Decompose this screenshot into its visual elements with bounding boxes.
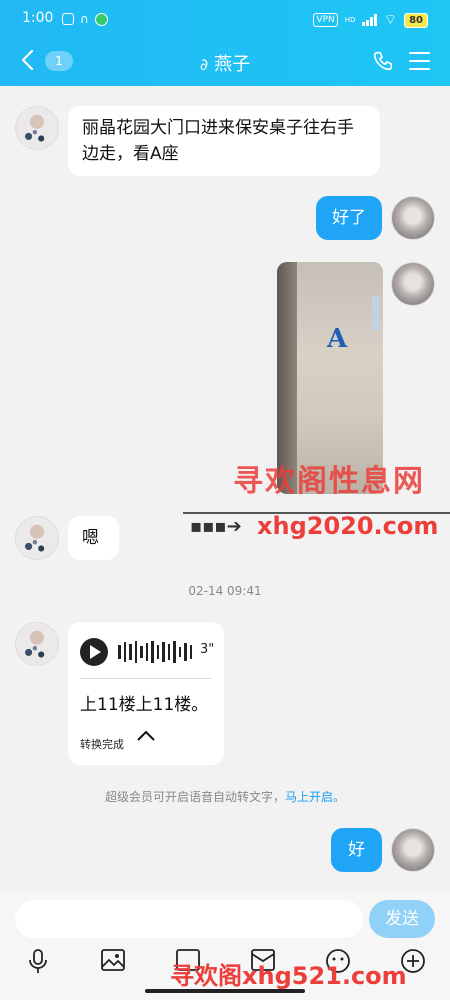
chevron-up-icon[interactable]: [136, 726, 156, 747]
home-indicator[interactable]: [145, 989, 305, 993]
voice-duration: 3": [200, 642, 215, 657]
waveform-icon: [118, 640, 192, 664]
vip-notice-text: 超级会员可开启语音自动转文字，: [104, 790, 285, 804]
watermark-text: 寻欢阁性息网: [233, 464, 425, 499]
contact-name: 燕子: [214, 54, 251, 75]
my-avatar[interactable]: [391, 196, 435, 240]
vip-enable-link[interactable]: 马上开启。: [285, 790, 345, 804]
voice-transcript: 上11楼上11楼。: [80, 695, 209, 715]
chat-header: 1 ∂ 燕子: [0, 38, 450, 86]
headset-icon: ∩: [80, 12, 89, 26]
vip-notice: 超级会员可开启语音自动转文字，马上开启。: [0, 788, 450, 805]
watermark-arrow-icon: ▪▪▪➔: [190, 516, 242, 537]
status-notification-icons: ∩: [62, 12, 108, 26]
message-bubble-outgoing[interactable]: 好: [331, 828, 382, 872]
message-bubble-incoming[interactable]: 嗯: [68, 516, 119, 560]
status-right: VPN HD ⌔ 80: [313, 11, 428, 29]
ear-icon: ∂: [199, 55, 209, 74]
status-bar: 1:00 ∩ VPN HD ⌔ 80: [0, 0, 450, 38]
play-icon[interactable]: [80, 638, 108, 666]
contact-avatar[interactable]: [15, 516, 59, 560]
status-time: 1:00: [22, 10, 54, 26]
signal-icon: [362, 14, 377, 26]
contact-avatar[interactable]: [15, 622, 59, 666]
watermark-footer: 寻欢阁xhg521.com: [170, 962, 407, 990]
send-button[interactable]: 发送: [369, 900, 435, 938]
app-notification-icon: [94, 12, 108, 26]
my-avatar[interactable]: [391, 262, 435, 306]
voice-divider: [80, 678, 212, 679]
voice-message[interactable]: 3" 上11楼上11楼。 转换完成: [68, 622, 224, 765]
phone-icon[interactable]: [372, 50, 394, 76]
message-bubble-outgoing[interactable]: 好了: [316, 196, 382, 240]
hd-indicator: HD: [344, 16, 356, 24]
watermark-url: xhg2020.com: [257, 512, 439, 540]
transcript-status: 转换完成: [80, 738, 124, 751]
photo-sticker: [372, 296, 379, 330]
message-timestamp: 02-14 09:41: [188, 584, 262, 598]
message-bubble-incoming[interactable]: 丽晶花园大门口进来保安桌子往右手边走，看A座: [68, 106, 380, 176]
wifi-icon: ⌔: [383, 12, 398, 28]
vpn-indicator: VPN: [313, 13, 338, 27]
notification-icon: [62, 13, 74, 25]
menu-icon[interactable]: [409, 52, 430, 76]
my-avatar[interactable]: [391, 828, 435, 872]
message-input[interactable]: [15, 900, 363, 938]
contact-avatar[interactable]: [15, 106, 59, 150]
microphone-icon[interactable]: [24, 948, 52, 976]
photo-letter: A: [327, 324, 348, 354]
battery-indicator: 80: [404, 12, 428, 28]
image-icon[interactable]: [99, 948, 127, 976]
